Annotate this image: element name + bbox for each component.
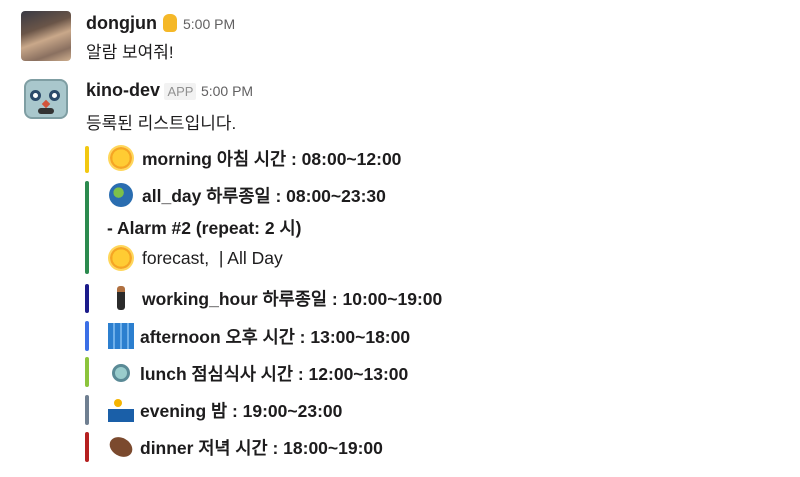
- forecast-text: forecast, | All Day: [142, 247, 283, 268]
- robot-icon: [24, 79, 68, 119]
- attachment-color-bar: [85, 395, 89, 425]
- message-text: 알람 보여줘!: [86, 43, 174, 62]
- attachment-color-bar: [85, 357, 89, 387]
- avatar-kino-dev[interactable]: [21, 73, 71, 123]
- attachment-working-hour: working_hour 하루종일 : 10:00~19:00: [107, 285, 442, 311]
- sun-icon: [107, 145, 134, 171]
- attachment-color-bar: [85, 181, 89, 274]
- attachment-label: morning 아침 시간 : 08:00~12:00: [142, 148, 402, 169]
- attachment-color-bar: [85, 321, 89, 351]
- attachment-label: working_hour 하루종일 : 10:00~19:00: [142, 288, 443, 309]
- attachment-afternoon: afternoon 오후 시간 : 13:00~18:00: [107, 323, 410, 349]
- attachment-evening: evening 밤 : 19:00~23:00: [107, 397, 342, 423]
- avatar-dongjun[interactable]: [21, 11, 71, 61]
- night-city-icon: [107, 397, 134, 423]
- meat-icon: [105, 433, 136, 461]
- attachment-label: afternoon 오후 시간 : 13:00~18:00: [140, 326, 411, 347]
- author-name[interactable]: dongjun: [86, 13, 157, 33]
- duck-icon: [162, 14, 177, 32]
- attachment-morning: morning 아침 시간 : 08:00~12:00: [107, 145, 401, 171]
- globe-icon: [107, 182, 134, 208]
- attachment-color-bar: [85, 432, 89, 462]
- timestamp[interactable]: 5:00 PM: [183, 16, 235, 32]
- attachment-label: all_day 하루종일 : 08:00~23:30: [142, 185, 386, 206]
- attachment-all-day: all_day 하루종일 : 08:00~23:30: [107, 182, 386, 208]
- attachment-color-bar: [85, 146, 89, 173]
- sun-icon: [107, 245, 134, 271]
- app-badge: APP: [164, 83, 197, 100]
- alarm-detail: - Alarm #2 (repeat: 2 시): [107, 217, 302, 238]
- message-text: 등록된 리스트입니다.: [86, 114, 237, 133]
- message-header: kino-dev APP 5:00 PM: [86, 80, 253, 101]
- cityscape-icon: [107, 323, 134, 349]
- author-name[interactable]: kino-dev: [86, 80, 160, 100]
- attachment-lunch: lunch 점심식사 시간 : 12:00~13:00: [107, 360, 408, 386]
- attachment-label: evening 밤 : 19:00~23:00: [140, 400, 343, 421]
- attachment-label: dinner 저녁 시간 : 18:00~19:00: [140, 437, 383, 458]
- man-in-suit-icon: [107, 285, 134, 311]
- attachment-label: lunch 점심식사 시간 : 12:00~13:00: [140, 363, 409, 384]
- message-header: dongjun 5:00 PM: [86, 13, 235, 34]
- attachment-color-bar: [85, 284, 89, 313]
- forecast-line: forecast, | All Day: [107, 245, 283, 271]
- attachment-dinner: dinner 저녁 시간 : 18:00~19:00: [105, 433, 383, 461]
- timestamp[interactable]: 5:00 PM: [201, 83, 253, 99]
- fork-knife-plate-icon: [107, 360, 134, 386]
